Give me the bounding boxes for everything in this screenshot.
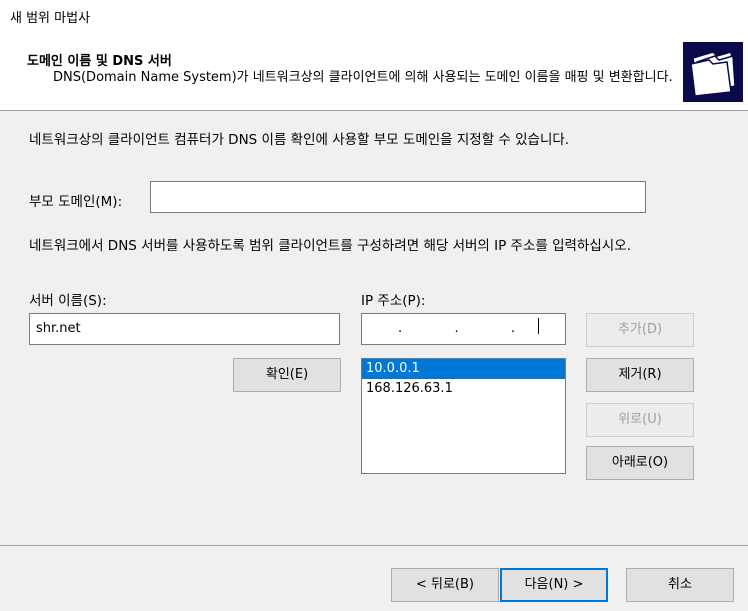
remove-button[interactable]: 제거(R) [586, 358, 694, 392]
list-item[interactable]: 10.0.0.1 [362, 359, 565, 379]
text-cursor [538, 318, 539, 334]
parent-domain-input[interactable] [150, 181, 646, 213]
back-button[interactable]: < 뒤로(B) [391, 568, 499, 602]
move-up-button[interactable]: 위로(U) [586, 403, 694, 437]
cancel-button[interactable]: 취소 [626, 568, 734, 602]
parent-domain-label: 부모 도메인(M): [29, 194, 123, 210]
ip-address-input[interactable]: . . . [361, 313, 566, 345]
window-title: 새 범위 마법사 [10, 11, 91, 26]
title-bar: 새 범위 마법사 [0, 0, 748, 34]
server-name-input[interactable]: shr.net [29, 313, 340, 345]
move-down-button[interactable]: 아래로(O) [586, 446, 694, 480]
resolve-button[interactable]: 확인(E) [233, 358, 341, 392]
list-item[interactable]: 168.126.63.1 [362, 379, 565, 399]
page-title: 도메인 이름 및 DNS 서버 [27, 54, 172, 69]
footer-divider [0, 545, 748, 546]
next-button[interactable]: 다음(N) > [500, 568, 608, 602]
folders-icon [683, 42, 743, 102]
page-subtitle: DNS(Domain Name System)가 네트워크상의 클라이언트에 의… [53, 70, 673, 85]
description-text: 네트워크상의 클라이언트 컴퓨터가 DNS 이름 확인에 사용할 부모 도메인을… [29, 132, 570, 148]
dns-instruction-text: 네트워크에서 DNS 서버를 사용하도록 범위 클라이언트를 구성하려면 해당 … [29, 238, 631, 254]
ip-list[interactable]: 10.0.0.1 168.126.63.1 [361, 358, 566, 474]
ip-address-label: IP 주소(P): [361, 293, 426, 309]
add-button[interactable]: 추가(D) [586, 313, 694, 347]
server-name-label: 서버 이름(S): [29, 293, 107, 309]
wizard-header: 도메인 이름 및 DNS 서버 DNS(Domain Name System)가… [0, 34, 748, 111]
